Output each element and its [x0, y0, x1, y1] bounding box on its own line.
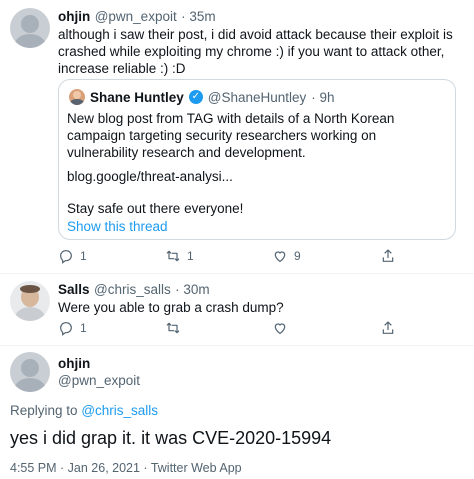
tweet-meta[interactable]: 4:55 PM · Jan 26, 2021 · Twitter Web App	[10, 461, 242, 475]
author-name[interactable]: Salls	[58, 282, 90, 297]
share-button[interactable]	[380, 248, 396, 264]
quoted-text-2: Stay safe out there everyone!	[67, 201, 244, 216]
retweet-icon	[166, 322, 180, 334]
retweet-count: 1	[187, 249, 194, 263]
reply-count: 1	[80, 321, 87, 335]
like-button[interactable]: 9	[272, 248, 301, 264]
replying-to: Replying to @chris_salls	[10, 403, 158, 418]
quoted-text: New blog post from TAG with details of a…	[67, 111, 399, 160]
share-icon	[382, 249, 394, 262]
quoted-author-handle: @ShaneHuntley	[207, 89, 307, 105]
heart-icon	[274, 251, 286, 263]
like-count: 9	[294, 249, 301, 263]
avatar[interactable]	[10, 8, 50, 48]
avatar[interactable]	[10, 281, 50, 321]
retweet-icon	[166, 250, 180, 262]
author-name[interactable]: ohjin	[58, 9, 90, 24]
tweet-header: Salls @chris_salls · 30m	[58, 281, 210, 299]
quoted-header: Shane Huntley ✓ @ShaneHuntley · 9h	[69, 89, 335, 105]
timestamp[interactable]: · 35m	[181, 9, 216, 24]
share-icon	[382, 321, 394, 334]
author-handle[interactable]: @chris_salls	[94, 282, 171, 297]
reply-icon	[60, 322, 72, 336]
tweet-text: although i saw their post, i did avoid a…	[58, 27, 457, 76]
retweet-button[interactable]	[165, 320, 181, 336]
share-button[interactable]	[380, 320, 396, 336]
quoted-link[interactable]: blog.google/threat-analysi...	[67, 168, 233, 185]
reply-button[interactable]: 1	[58, 320, 87, 336]
timestamp[interactable]: · 30m	[175, 282, 210, 297]
author-handle[interactable]: @pwn_expoit	[58, 373, 140, 388]
tweet-text: yes i did grap it. it was CVE-2020-15994	[10, 428, 332, 448]
reply-icon	[60, 250, 72, 264]
verified-icon: ✓	[188, 90, 203, 104]
quoted-author-name: Shane Huntley	[90, 89, 184, 105]
replying-to-handle[interactable]: @chris_salls	[81, 403, 158, 418]
divider	[0, 273, 474, 274]
reply-count: 1	[80, 249, 87, 263]
show-thread-link[interactable]: Show this thread	[67, 218, 168, 235]
tweet-text: Were you able to grab a crash dump?	[58, 300, 284, 315]
retweet-button[interactable]: 1	[165, 248, 194, 264]
author-handle[interactable]: @pwn_expoit	[95, 9, 177, 24]
reply-button[interactable]: 1	[58, 248, 87, 264]
quoted-avatar	[69, 89, 85, 105]
tweet-header: ohjin @pwn_expoit · 35m	[58, 8, 216, 26]
author-name[interactable]: ohjin	[58, 356, 90, 371]
divider	[0, 345, 474, 346]
avatar[interactable]	[10, 352, 50, 392]
replying-to-label: Replying to	[10, 403, 78, 418]
quoted-tweet[interactable]: Shane Huntley ✓ @ShaneHuntley · 9h New b…	[58, 79, 456, 240]
like-button[interactable]	[272, 320, 288, 336]
heart-icon	[274, 323, 286, 335]
quoted-timestamp: · 9h	[311, 89, 335, 105]
